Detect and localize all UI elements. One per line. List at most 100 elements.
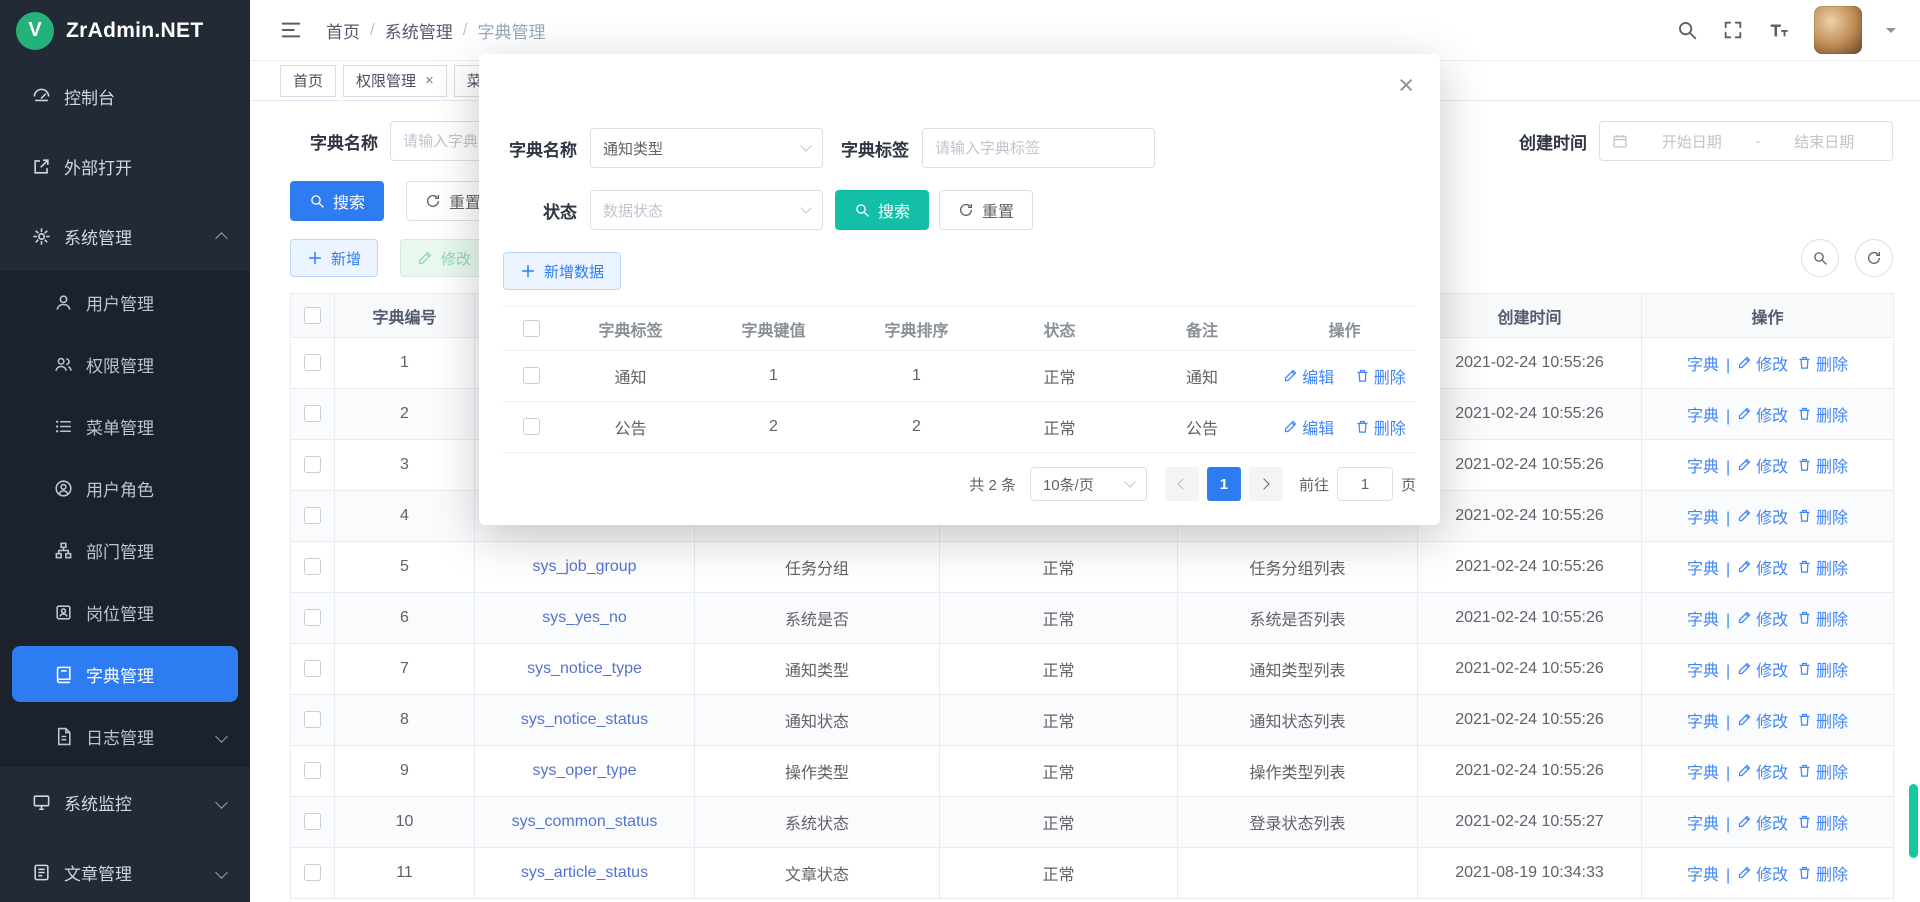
row-checkbox[interactable] [523, 367, 540, 384]
page-size-select[interactable]: 10条/页 [1030, 467, 1147, 501]
row-edit-link[interactable]: 修改 [1737, 810, 1788, 834]
row-delete-link[interactable]: 删除 [1797, 810, 1848, 834]
sidebar-item-log-management[interactable]: 日志管理 [0, 705, 250, 767]
dict-data-link[interactable]: 字典 [1687, 351, 1719, 375]
dict-data-link[interactable]: 字典 [1687, 402, 1719, 426]
close-icon[interactable]: × [425, 73, 434, 88]
row-delete-link[interactable]: 删除 [1797, 708, 1848, 732]
tab-permission-management[interactable]: 权限管理 × [343, 65, 447, 97]
row-edit-link[interactable]: 修改 [1737, 351, 1788, 375]
dict-type-link[interactable]: sys_notice_type [475, 644, 695, 695]
sidebar-item-permission-management[interactable]: 权限管理 [0, 333, 250, 395]
row-checkbox[interactable] [304, 762, 321, 779]
row-checkbox[interactable] [304, 354, 321, 371]
row-edit-link[interactable]: 编辑 [1283, 415, 1334, 439]
search-icon[interactable] [1676, 19, 1698, 41]
modify-button[interactable]: 修改 [400, 239, 488, 277]
sidebar-item-post-management[interactable]: 岗位管理 [0, 581, 250, 643]
row-delete-link[interactable]: 删除 [1797, 861, 1848, 885]
sidebar-item-user-management[interactable]: 用户管理 [0, 271, 250, 333]
status-select[interactable]: 数据状态 [590, 190, 823, 230]
dict-type-link[interactable]: sys_notice_status [475, 695, 695, 746]
row-checkbox[interactable] [304, 507, 321, 524]
dict-label-input[interactable] [922, 128, 1155, 168]
close-icon[interactable]: × [1398, 72, 1414, 99]
add-button[interactable]: 新增 [290, 239, 378, 277]
dict-data-link[interactable]: 字典 [1687, 861, 1719, 885]
row-edit-link[interactable]: 修改 [1737, 504, 1788, 528]
font-size-icon[interactable] [1768, 19, 1790, 41]
row-edit-link[interactable]: 修改 [1737, 759, 1788, 783]
row-edit-link[interactable]: 修改 [1737, 402, 1788, 426]
dialog-reset-button[interactable]: 重置 [939, 190, 1033, 230]
page-number-button[interactable]: 1 [1207, 467, 1241, 501]
sidebar-item-dashboard[interactable]: 控制台 [0, 61, 250, 131]
refresh-button[interactable] [1855, 239, 1893, 277]
row-checkbox[interactable] [304, 813, 321, 830]
row-edit-link[interactable]: 修改 [1737, 606, 1788, 630]
hamburger-menu-icon[interactable] [280, 19, 302, 41]
row-checkbox[interactable] [304, 456, 321, 473]
row-edit-link[interactable]: 修改 [1737, 861, 1788, 885]
row-checkbox[interactable] [304, 609, 321, 626]
sidebar-item-user-role[interactable]: 用户角色 [0, 457, 250, 519]
dict-data-link[interactable]: 字典 [1687, 504, 1719, 528]
dict-type-link[interactable]: sys_job_group [475, 542, 695, 593]
row-delete-link[interactable]: 删除 [1797, 606, 1848, 630]
row-checkbox[interactable] [304, 660, 321, 677]
breadcrumb-system[interactable]: 系统管理 [385, 18, 453, 43]
row-delete-link[interactable]: 删除 [1797, 504, 1848, 528]
next-page-button[interactable] [1249, 467, 1283, 501]
dict-type-link[interactable]: sys_common_status [475, 797, 695, 848]
search-button[interactable]: 搜索 [290, 181, 384, 221]
row-delete-link[interactable]: 删除 [1797, 453, 1848, 477]
dict-data-link[interactable]: 字典 [1687, 657, 1719, 681]
row-edit-link[interactable]: 修改 [1737, 555, 1788, 579]
sidebar-item-system-management[interactable]: 系统管理 [0, 201, 250, 271]
prev-page-button[interactable] [1165, 467, 1199, 501]
select-all-checkbox[interactable] [523, 320, 540, 337]
dict-data-link[interactable]: 字典 [1687, 708, 1719, 732]
row-delete-link[interactable]: 删除 [1355, 415, 1406, 439]
sidebar-item-system-monitor[interactable]: 系统监控 [0, 767, 250, 837]
row-edit-link[interactable]: 修改 [1737, 453, 1788, 477]
page-scrollbar-thumb[interactable] [1909, 784, 1918, 858]
row-delete-link[interactable]: 删除 [1797, 555, 1848, 579]
sidebar-item-dict-management[interactable]: 字典管理 [12, 646, 238, 702]
dict-data-link[interactable]: 字典 [1687, 606, 1719, 630]
dict-data-link[interactable]: 字典 [1687, 453, 1719, 477]
dict-type-link[interactable]: sys_yes_no [475, 593, 695, 644]
dict-data-link[interactable]: 字典 [1687, 810, 1719, 834]
date-range-picker[interactable]: 开始日期 - 结束日期 [1599, 121, 1893, 161]
sidebar-item-menu-management[interactable]: 菜单管理 [0, 395, 250, 457]
dict-data-link[interactable]: 字典 [1687, 555, 1719, 579]
add-data-button[interactable]: 新增数据 [503, 252, 621, 290]
row-edit-link[interactable]: 修改 [1737, 657, 1788, 681]
row-edit-link[interactable]: 编辑 [1283, 364, 1334, 388]
row-checkbox[interactable] [304, 558, 321, 575]
dict-data-link[interactable]: 字典 [1687, 759, 1719, 783]
dict-type-link[interactable]: sys_article_status [475, 848, 695, 899]
select-all-checkbox[interactable] [304, 307, 321, 324]
tab-home[interactable]: 首页 [280, 65, 336, 97]
row-delete-link[interactable]: 删除 [1797, 402, 1848, 426]
dict-type-link[interactable]: sys_oper_type [475, 746, 695, 797]
caret-down-icon[interactable] [1886, 28, 1896, 38]
sidebar-item-department-management[interactable]: 部门管理 [0, 519, 250, 581]
sidebar-item-external-open[interactable]: 外部打开 [0, 131, 250, 201]
row-delete-link[interactable]: 删除 [1355, 364, 1406, 388]
row-checkbox[interactable] [523, 418, 540, 435]
goto-page-input[interactable] [1337, 467, 1393, 501]
row-delete-link[interactable]: 删除 [1797, 759, 1848, 783]
sidebar-item-article-management[interactable]: 文章管理 [0, 837, 250, 902]
row-edit-link[interactable]: 修改 [1737, 708, 1788, 732]
row-delete-link[interactable]: 删除 [1797, 657, 1848, 681]
row-checkbox[interactable] [304, 864, 321, 881]
fullscreen-icon[interactable] [1722, 19, 1744, 41]
dialog-search-button[interactable]: 搜索 [835, 190, 929, 230]
dict-name-select[interactable]: 通知类型 [590, 128, 823, 168]
user-avatar[interactable] [1814, 6, 1862, 54]
row-checkbox[interactable] [304, 711, 321, 728]
row-checkbox[interactable] [304, 405, 321, 422]
row-delete-link[interactable]: 删除 [1797, 351, 1848, 375]
